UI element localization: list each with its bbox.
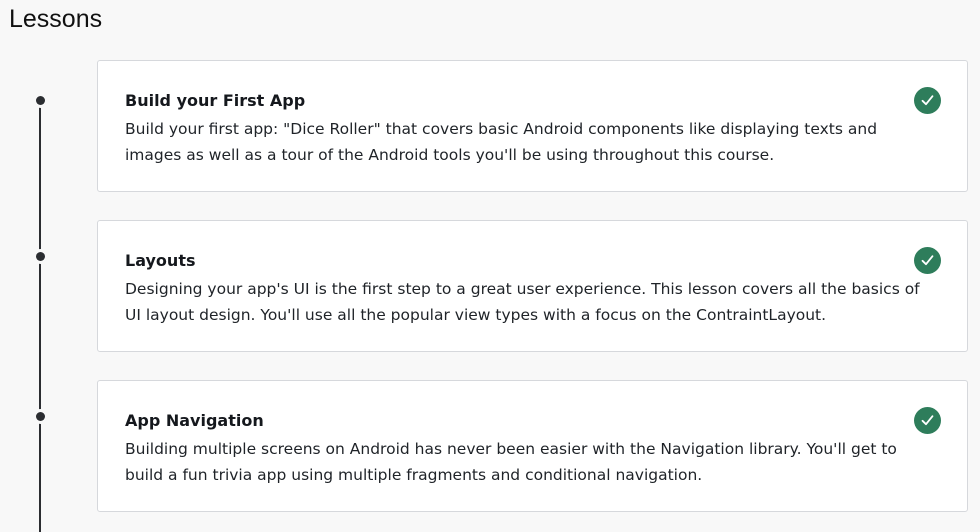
timeline-line <box>39 100 41 532</box>
lesson-card-app-navigation[interactable]: App Navigation Building multiple screens… <box>97 380 968 512</box>
timeline-dot <box>35 251 45 261</box>
lesson-card-layouts[interactable]: Layouts Designing your app's UI is the f… <box>97 220 968 352</box>
timeline-dot <box>35 411 45 421</box>
check-circle-icon <box>914 247 941 274</box>
lesson-title: Layouts <box>125 251 196 270</box>
lesson-timeline <box>0 0 90 532</box>
checkmark-icon <box>921 415 934 426</box>
check-circle-icon <box>914 87 941 114</box>
lesson-title: App Navigation <box>125 411 264 430</box>
lesson-description: Designing your app's UI is the first ste… <box>125 280 920 324</box>
checkmark-icon <box>921 95 934 106</box>
check-circle-icon <box>914 407 941 434</box>
timeline-dot <box>35 95 45 105</box>
lesson-title: Build your First App <box>125 91 306 110</box>
lesson-description: Building multiple screens on Android has… <box>125 440 897 484</box>
checkmark-icon <box>921 255 934 266</box>
lesson-card-build-your-first-app[interactable]: Build your First App Build your first ap… <box>97 60 968 192</box>
lesson-description: Build your first app: "Dice Roller" that… <box>125 120 878 164</box>
